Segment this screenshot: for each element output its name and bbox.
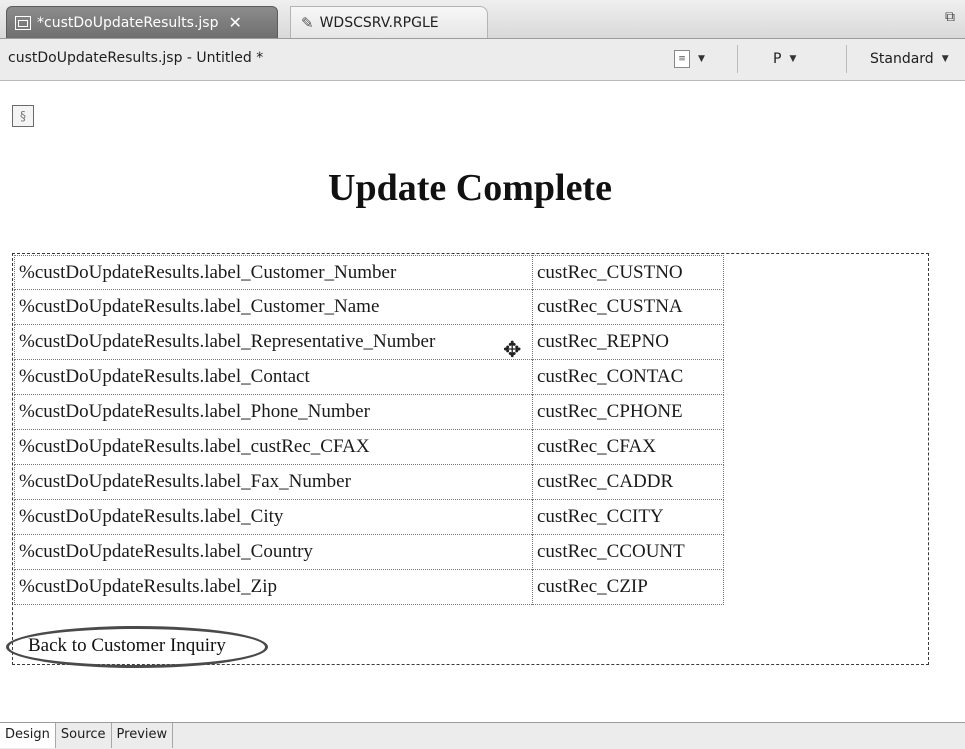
table-row[interactable]: %custDoUpdateResults.label_Fax_Number cu… [14,465,724,500]
maximize-icon[interactable]: ⧉ [945,9,955,25]
tab-label: *custDoUpdateResults.jsp [37,14,219,31]
jsp-file-icon [15,15,31,30]
field-label[interactable]: %custDoUpdateResults.label_Fax_Number [14,465,532,500]
paragraph-dropdown[interactable]: ≡ ▼ [674,47,705,71]
field-value[interactable]: custRec_CZIP [532,570,724,605]
field-value[interactable]: custRec_REPNO [532,325,724,360]
chevron-down-icon: ▼ [789,54,797,64]
table-row[interactable]: %custDoUpdateResults.label_Representativ… [14,325,724,360]
document-title: custDoUpdateResults.jsp - Untitled * [8,50,264,66]
field-label[interactable]: %custDoUpdateResults.label_Representativ… [14,325,532,360]
field-label[interactable]: %custDoUpdateResults.label_Phone_Number [14,395,532,430]
field-label[interactable]: %custDoUpdateResults.label_Customer_Numb… [14,255,532,290]
field-label[interactable]: %custDoUpdateResults.label_custRec_CFAX [14,430,532,465]
editor-mode-tabs: Design Source Preview [0,722,965,749]
table-row[interactable]: %custDoUpdateResults.label_Contact custR… [14,360,724,395]
field-value[interactable]: custRec_CCOUNT [532,535,724,570]
tab-label: WDSCSRV.RPGLE [319,14,439,31]
paragraph-format-value: P [773,51,782,67]
editor-toolbar: custDoUpdateResults.jsp - Untitled * ≡ ▼… [0,39,965,81]
table-row[interactable]: %custDoUpdateResults.label_custRec_CFAX … [14,430,724,465]
paragraph-icon: ≡ [674,50,690,68]
table-row[interactable]: %custDoUpdateResults.label_Zip custRec_C… [14,570,724,605]
tab-custdoupdateresults[interactable]: *custDoUpdateResults.jsp ✕ [6,6,278,38]
close-icon[interactable]: ✕ [228,13,241,32]
tab-preview[interactable]: Preview [112,723,174,748]
table-row[interactable]: %custDoUpdateResults.label_Country custR… [14,535,724,570]
toolbar-divider [737,45,738,73]
results-table[interactable]: %custDoUpdateResults.label_Customer_Numb… [14,255,724,605]
field-label[interactable]: %custDoUpdateResults.label_Customer_Name [14,290,532,325]
font-value: Standard [870,51,934,67]
editor-tab-bar: *custDoUpdateResults.jsp ✕ ✎ WDSCSRV.RPG… [0,0,965,39]
chevron-down-icon: ▼ [698,54,705,64]
tab-wdscsrv[interactable]: ✎ WDSCSRV.RPGLE [290,6,488,38]
move-cursor-icon: ✥ [503,338,522,363]
toolbar-divider [846,45,847,73]
pencil-icon: ✎ [301,13,314,32]
paragraph-format-dropdown[interactable]: P ▼ [773,47,796,71]
table-row[interactable]: %custDoUpdateResults.label_Phone_Number … [14,395,724,430]
table-row[interactable]: %custDoUpdateResults.label_Customer_Name… [14,290,724,325]
field-label[interactable]: %custDoUpdateResults.label_Country [14,535,532,570]
chevron-down-icon: ▼ [941,54,949,64]
tab-source[interactable]: Source [56,723,112,748]
field-value[interactable]: custRec_CONTAC [532,360,724,395]
field-label[interactable]: %custDoUpdateResults.label_Contact [14,360,532,395]
field-label[interactable]: %custDoUpdateResults.label_Zip [14,570,532,605]
field-label[interactable]: %custDoUpdateResults.label_City [14,500,532,535]
table-row[interactable]: %custDoUpdateResults.label_Customer_Numb… [14,255,724,290]
page-heading: Update Complete [328,167,612,209]
page-code-icon[interactable]: § [12,105,34,127]
field-value[interactable]: custRec_CUSTNO [532,255,724,290]
font-dropdown[interactable]: Standard ▼ [870,47,949,71]
field-value[interactable]: custRec_CADDR [532,465,724,500]
table-row[interactable]: %custDoUpdateResults.label_City custRec_… [14,500,724,535]
design-canvas[interactable]: § Update Complete %custDoUpdateResults.l… [0,81,965,722]
tab-design[interactable]: Design [0,723,56,748]
field-value[interactable]: custRec_CFAX [532,430,724,465]
back-to-customer-inquiry-link[interactable]: Back to Customer Inquiry [28,635,226,657]
field-value[interactable]: custRec_CPHONE [532,395,724,430]
field-value[interactable]: custRec_CCITY [532,500,724,535]
field-value[interactable]: custRec_CUSTNA [532,290,724,325]
